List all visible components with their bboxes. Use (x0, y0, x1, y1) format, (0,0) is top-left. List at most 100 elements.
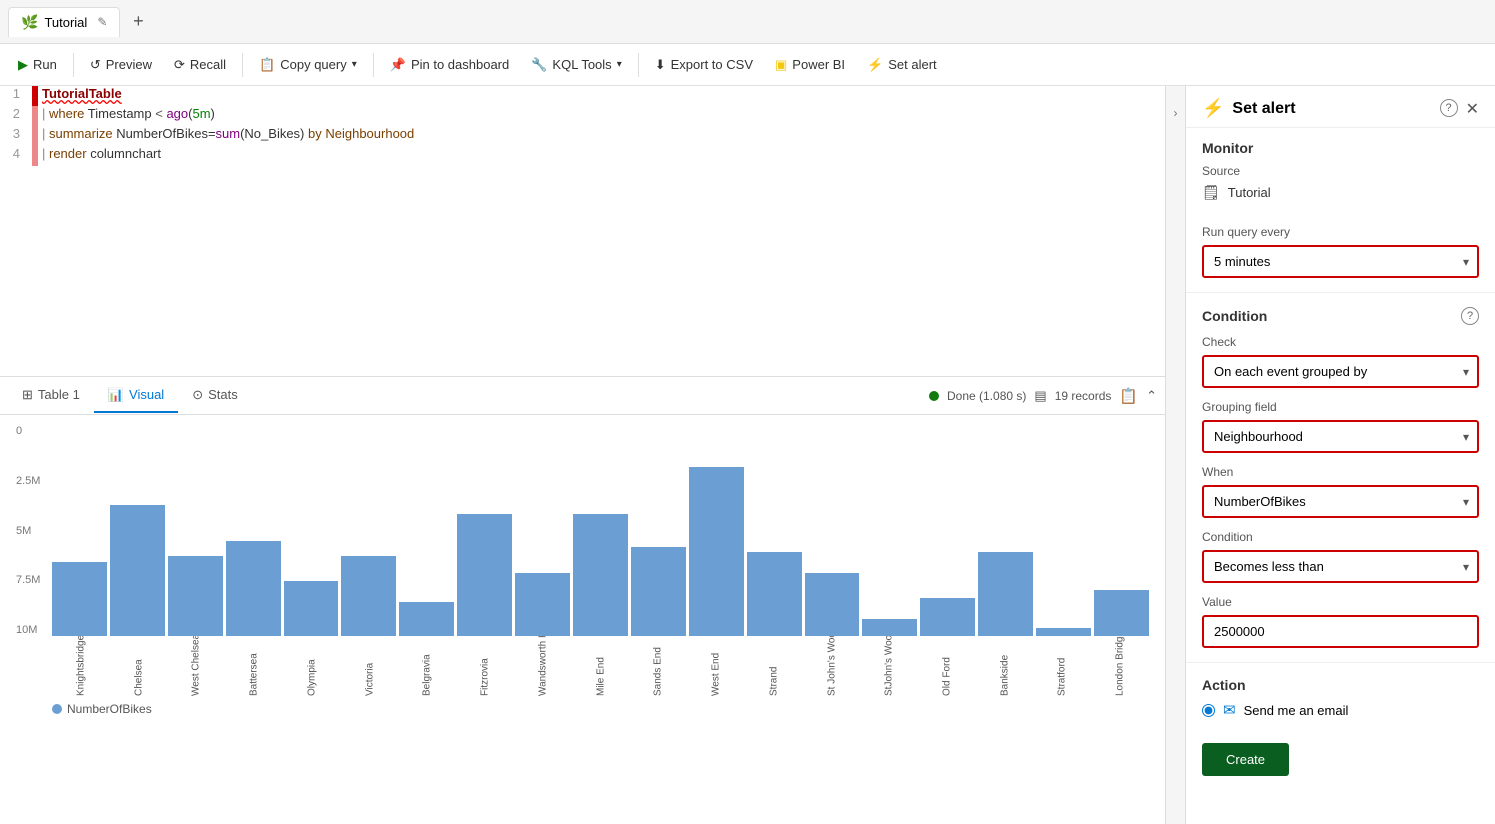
email-radio-input[interactable] (1202, 704, 1215, 717)
line-number-1: 1 (0, 86, 32, 106)
chart-bar (168, 556, 223, 636)
toolbar: ▶ Run ↺ Preview ⟳ Recall 📋 Copy query ▾ … (0, 44, 1495, 86)
export-csv-label: Export to CSV (671, 57, 753, 72)
chart-x-label: Mile End (572, 636, 630, 696)
chart-x-label: Bankside (976, 636, 1034, 696)
chart-bar (747, 552, 802, 636)
create-button[interactable]: Create (1202, 743, 1289, 776)
export-csv-button[interactable]: ⬇ Export to CSV (645, 52, 763, 78)
legend-label: NumberOfBikes (67, 702, 152, 716)
code-line-2: 2 | where Timestamp < ago(5m) (0, 106, 1165, 126)
chart-bar (862, 619, 917, 636)
copy-query-label: Copy query (280, 57, 346, 72)
chart-x-label: Victoria (341, 636, 399, 696)
kql-tools-button[interactable]: 🔧 KQL Tools ▾ (521, 52, 631, 78)
visual-tab[interactable]: 📊 Visual (94, 379, 178, 413)
y-label-5m: 5M (16, 525, 48, 537)
run-query-label: Run query every (1202, 225, 1479, 239)
recall-icon: ⟳ (174, 57, 185, 73)
source-table-icon: 🗒 (1202, 184, 1220, 201)
divider-2 (1186, 662, 1495, 663)
chart-x-label: Olympia (283, 636, 341, 696)
right-panel: ⚡ Set alert ? ✕ Monitor Source 🗒 Tutoria… (1185, 86, 1495, 824)
grouping-select-wrapper: Neighbourhood ▾ (1202, 420, 1479, 453)
grouping-label: Grouping field (1202, 400, 1479, 414)
help-icon[interactable]: ? (1440, 99, 1458, 117)
code-content-3: | summarize NumberOfBikes=sum(No_Bikes) … (38, 126, 1165, 146)
condition-help-icon[interactable]: ? (1461, 307, 1479, 325)
chart-bar (573, 514, 628, 636)
chart-legend: NumberOfBikes (52, 702, 152, 716)
chart-bar (1036, 628, 1091, 636)
collapse-icon[interactable]: ⌃ (1146, 388, 1157, 404)
email-radio-label: Send me an email (1244, 703, 1349, 718)
power-bi-button[interactable]: ▣ Power BI (765, 52, 855, 78)
close-panel-icon[interactable]: ✕ (1466, 99, 1479, 119)
kql-tools-label: KQL Tools (552, 57, 611, 72)
code-content-2: | where Timestamp < ago(5m) (38, 106, 1165, 126)
separator (73, 53, 74, 77)
chart-bar (284, 581, 339, 636)
table-tab[interactable]: ⊞ Table 1 (8, 379, 94, 413)
chart-x-label: St John's Wood (803, 636, 861, 696)
chart-bar (399, 602, 454, 636)
source-item: 🗒 Tutorial (1202, 184, 1479, 201)
chart-bar (689, 467, 744, 636)
grouping-select[interactable]: Neighbourhood (1202, 420, 1479, 453)
right-panel-header: ⚡ Set alert ? ✕ (1186, 86, 1495, 128)
y-label-25m: 2.5M (16, 475, 48, 487)
condition-section: Condition ? Check On each event grouped … (1186, 295, 1495, 660)
value-input[interactable] (1202, 615, 1479, 648)
line-number-3: 3 (0, 126, 32, 146)
pin-dashboard-button[interactable]: 📌 Pin to dashboard (380, 52, 519, 78)
run-button[interactable]: ▶ Run (8, 52, 67, 78)
monitor-label: Monitor (1202, 140, 1479, 156)
chart-x-label: West End (687, 636, 745, 696)
code-editor[interactable]: 1 TutorialTable 2 | where Timestamp < ag… (0, 86, 1165, 376)
condition-select[interactable]: Becomes less than Becomes greater than I… (1202, 550, 1479, 583)
condition-select-wrapper: Becomes less than Becomes greater than I… (1202, 550, 1479, 583)
chart-x-label: Chelsea (110, 636, 168, 696)
tab-edit-icon[interactable]: ✎ (97, 15, 107, 29)
chart-bar (1094, 590, 1149, 636)
line-number-4: 4 (0, 146, 32, 166)
collapse-panel[interactable]: › (1165, 86, 1185, 824)
chart-x-label: Belgravia (398, 636, 456, 696)
radio-group: ✉ Send me an email (1202, 701, 1479, 719)
legend-dot (52, 704, 62, 714)
recall-button[interactable]: ⟳ Recall (164, 52, 236, 78)
stats-tab[interactable]: ⊙ Stats (178, 379, 252, 413)
code-content-4: | render columnchart (38, 146, 1165, 166)
preview-label: Preview (106, 57, 152, 72)
separator-2 (242, 53, 243, 77)
results-tabs: ⊞ Table 1 📊 Visual ⊙ Stats Done (1.080 s… (0, 377, 1165, 415)
copy-query-button[interactable]: 📋 Copy query ▾ (249, 52, 367, 78)
table-icon: ⊞ (22, 387, 33, 403)
code-line-4: 4 | render columnchart (0, 146, 1165, 166)
chart-bar (631, 547, 686, 636)
alert-bolt-icon: ⚡ (1202, 98, 1224, 119)
y-label-10m: 10M (16, 624, 48, 636)
add-tab-button[interactable]: + (124, 8, 152, 36)
when-label: When (1202, 465, 1479, 479)
set-alert-button[interactable]: ⚡ Set alert (857, 52, 947, 78)
run-query-select-wrapper: 1 minute 5 minutes 10 minutes 30 minutes… (1202, 245, 1479, 278)
action-section: Action ✉ Send me an email (1186, 665, 1495, 731)
check-select[interactable]: On each event grouped by Number of rows … (1202, 355, 1479, 388)
status-text: Done (1.080 s) (947, 389, 1026, 403)
copy-results-icon[interactable]: 📋 (1119, 387, 1138, 405)
run-query-select[interactable]: 1 minute 5 minutes 10 minutes 30 minutes… (1202, 245, 1479, 278)
editor-pane: 1 TutorialTable 2 | where Timestamp < ag… (0, 86, 1165, 824)
pin-dashboard-label: Pin to dashboard (411, 57, 509, 72)
chart-x-label: London Bridge (1091, 636, 1149, 696)
chart-x-label: StJohn's Wood (860, 636, 918, 696)
alert-icon: ⚡ (867, 57, 883, 73)
code-content-1: TutorialTable (38, 86, 1165, 106)
email-radio-item[interactable]: ✉ Send me an email (1202, 701, 1479, 719)
main-area: 1 TutorialTable 2 | where Timestamp < ag… (0, 86, 1495, 824)
when-select[interactable]: NumberOfBikes (1202, 485, 1479, 518)
preview-button[interactable]: ↺ Preview (80, 52, 162, 78)
chart-bar (341, 556, 396, 636)
chart-x-label: Knightsbridge (52, 636, 110, 696)
tutorial-tab[interactable]: 🌿 Tutorial ✎ (8, 7, 120, 37)
